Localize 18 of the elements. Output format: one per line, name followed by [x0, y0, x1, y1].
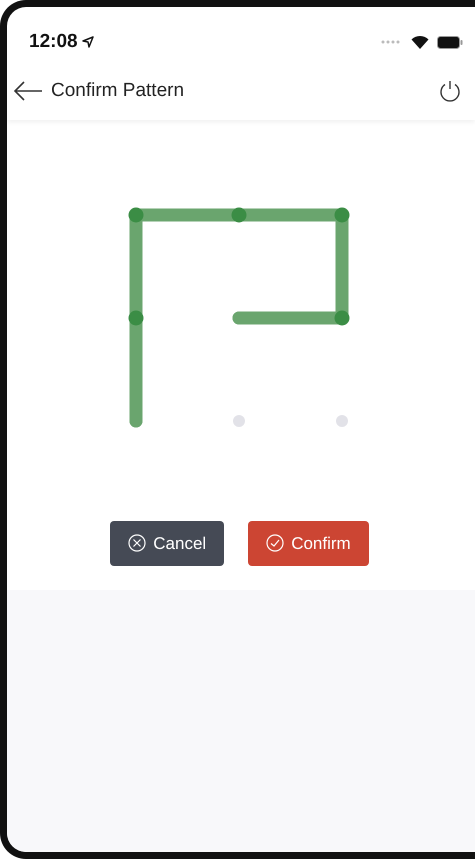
pattern-dot[interactable] [334, 208, 350, 222]
page-title: Confirm Pattern [51, 78, 184, 103]
back-arrow-icon[interactable] [13, 81, 43, 101]
confirm-button[interactable]: Confirm [248, 520, 369, 566]
check-circle-icon [266, 534, 284, 552]
pattern-dot[interactable] [128, 208, 144, 222]
cancel-button[interactable]: Cancel [110, 520, 224, 566]
location-icon [82, 36, 94, 48]
status-time: 12:08 [29, 30, 78, 54]
pattern-dot[interactable] [334, 310, 350, 326]
pattern-dot[interactable] [232, 208, 246, 222]
power-icon[interactable] [439, 80, 461, 102]
pattern-dot[interactable] [233, 415, 245, 427]
battery-icon [437, 36, 463, 48]
pattern-dot[interactable] [128, 310, 144, 326]
wifi-icon [411, 35, 429, 49]
pattern-dot[interactable] [336, 415, 348, 427]
cancel-icon [128, 534, 146, 552]
